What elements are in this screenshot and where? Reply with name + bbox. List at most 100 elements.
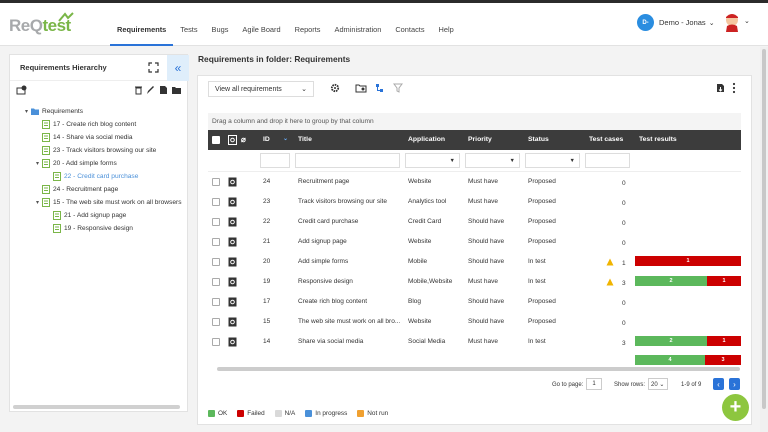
export-icon[interactable] (716, 83, 725, 93)
open-requirement-icon[interactable] (228, 177, 237, 187)
tree-item[interactable]: 24 - Recruitment page (10, 183, 189, 196)
nav-reports[interactable]: Reports (288, 18, 328, 46)
go-to-page-input[interactable]: 1 (586, 378, 602, 390)
open-requirement-icon[interactable] (228, 337, 237, 347)
nav-requirements[interactable]: Requirements (110, 18, 174, 46)
select-all-checkbox[interactable] (212, 136, 220, 144)
nav-tests[interactable]: Tests (173, 18, 204, 46)
result-segment[interactable]: 1 (707, 336, 741, 346)
tree-item[interactable]: 22 - Credit card purchase (10, 170, 189, 183)
user-menu[interactable]: D- Demo - Jonas ⌄ (637, 14, 715, 31)
open-requirement-icon[interactable] (228, 297, 237, 307)
filter-icon[interactable] (393, 83, 403, 93)
hierarchy-scrollbar[interactable] (13, 405, 180, 409)
tree-item[interactable]: ▾ Requirements (10, 105, 189, 118)
avatar-chevron-down-icon[interactable]: ⌄ (744, 17, 750, 25)
nav-help[interactable]: Help (432, 18, 461, 46)
more-options-icon[interactable] (732, 82, 736, 94)
row-checkbox[interactable] (212, 318, 220, 326)
table-row[interactable]: 19 Responsive design Mobile,Website Must ha… (208, 272, 741, 292)
tree-item[interactable]: 23 - Track visitors browsing our site (10, 144, 189, 157)
view-select[interactable]: View all requirements ⌄ (208, 81, 314, 97)
tree-toggle-icon[interactable]: ▾ (22, 108, 31, 115)
filter-application-select[interactable]: ▼ (405, 153, 460, 168)
tree-item[interactable]: 21 - Add signup page (10, 209, 189, 222)
cell-title[interactable]: Share via social media (298, 338, 403, 345)
grid-horizontal-scrollbar[interactable] (217, 367, 740, 371)
table-row[interactable]: 22 Credit card purchase Credit Card Should … (208, 212, 741, 232)
col-header-test-cases[interactable]: Test cases (589, 136, 623, 143)
row-checkbox[interactable] (212, 218, 220, 226)
prev-page-button[interactable]: ‹ (713, 378, 724, 390)
result-segment[interactable]: 1 (635, 256, 741, 266)
sort-desc-icon[interactable]: ⌄ (283, 135, 288, 142)
cell-title[interactable]: Recruitment page (298, 178, 403, 185)
table-row[interactable]: 21 Add signup page Website Should have Propo… (208, 232, 741, 252)
trash-icon[interactable] (134, 85, 143, 95)
cell-title[interactable]: Create rich blog content (298, 298, 403, 305)
nav-contacts[interactable]: Contacts (388, 18, 431, 46)
open-requirement-icon[interactable] (228, 197, 237, 207)
row-checkbox[interactable] (212, 178, 220, 186)
folder-add-icon[interactable] (16, 85, 27, 95)
cell-title[interactable]: Responsive design (298, 278, 403, 285)
row-checkbox[interactable] (212, 258, 220, 266)
rows-per-page-select[interactable]: 20 ⌄ (648, 378, 668, 390)
hierarchy-icon[interactable] (375, 83, 385, 93)
open-requirement-icon[interactable] (228, 237, 237, 247)
page-scrollbar[interactable] (760, 47, 768, 432)
table-row[interactable]: 23 Track visitors browsing our site Analyt… (208, 192, 741, 212)
cell-title[interactable]: Credit card purchase (298, 218, 403, 225)
next-page-button[interactable]: › (729, 378, 740, 390)
open-requirement-icon[interactable] (228, 317, 237, 327)
gear-icon[interactable] (330, 83, 340, 93)
new-file-icon[interactable] (159, 85, 168, 95)
cell-title[interactable]: The web site must work on all bro... (298, 318, 403, 325)
open-requirement-icon[interactable] (228, 217, 237, 227)
col-header-test-results[interactable]: Test results (639, 136, 677, 143)
table-row[interactable]: 14 Share via social media Social Media Must… (208, 332, 741, 352)
page-scrollbar-thumb[interactable] (762, 49, 766, 409)
avatar[interactable] (723, 12, 741, 32)
result-segment[interactable]: 1 (707, 276, 741, 286)
tree-item[interactable]: ▾ 15 - The web site must work on all brow… (10, 196, 189, 209)
open-requirement-icon[interactable] (228, 277, 237, 287)
result-segment[interactable]: 2 (635, 276, 708, 286)
nav-agile-board[interactable]: Agile Board (235, 18, 287, 46)
col-header-priority[interactable]: Priority (468, 136, 492, 143)
filter-id-input[interactable] (260, 153, 290, 168)
collapse-panel-button[interactable]: « (167, 55, 189, 81)
filter-priority-select[interactable]: ▼ (465, 153, 520, 168)
cell-title[interactable]: Add simple forms (298, 258, 403, 265)
tree-item[interactable]: 14 - Share via social media (10, 131, 189, 144)
tree-item[interactable]: ▾ 20 - Add simple forms (10, 157, 189, 170)
filter-title-input[interactable] (295, 153, 400, 168)
folder-user-icon[interactable] (355, 83, 367, 93)
add-requirement-button[interactable]: + (722, 394, 749, 421)
col-header-id[interactable]: ID (263, 136, 270, 143)
tree-item[interactable]: 17 - Create rich blog content (10, 118, 189, 131)
result-segment[interactable]: 4 (635, 355, 705, 365)
new-folder-icon[interactable] (172, 85, 181, 95)
edit-icon[interactable] (146, 85, 155, 95)
col-header-application[interactable]: Application (408, 136, 445, 143)
row-checkbox[interactable] (212, 298, 220, 306)
open-requirement-icon[interactable] (228, 257, 237, 267)
nav-administration[interactable]: Administration (328, 18, 389, 46)
nav-bugs[interactable]: Bugs (205, 18, 236, 46)
result-segment[interactable]: 2 (635, 336, 708, 346)
table-row[interactable]: 20 Add simple forms Mobile Should have In te… (208, 252, 741, 272)
result-segment[interactable]: 3 (704, 355, 741, 365)
tree-toggle-icon[interactable]: ▾ (33, 199, 42, 206)
tree-item[interactable]: 19 - Responsive design (10, 222, 189, 235)
filter-test-cases-input[interactable] (585, 153, 630, 168)
group-by-drop-zone[interactable]: Drag a column and drop it here to group … (208, 113, 741, 130)
filter-status-select[interactable]: ▼ (525, 153, 580, 168)
table-row[interactable]: 15 The web site must work on all bro... We… (208, 312, 741, 332)
tree-toggle-icon[interactable]: ▾ (33, 160, 42, 167)
row-checkbox[interactable] (212, 198, 220, 206)
row-checkbox[interactable] (212, 238, 220, 246)
expand-icon[interactable] (148, 62, 159, 73)
cell-title[interactable]: Add signup page (298, 238, 403, 245)
table-row[interactable]: 17 Create rich blog content Blog Should hav… (208, 292, 741, 312)
